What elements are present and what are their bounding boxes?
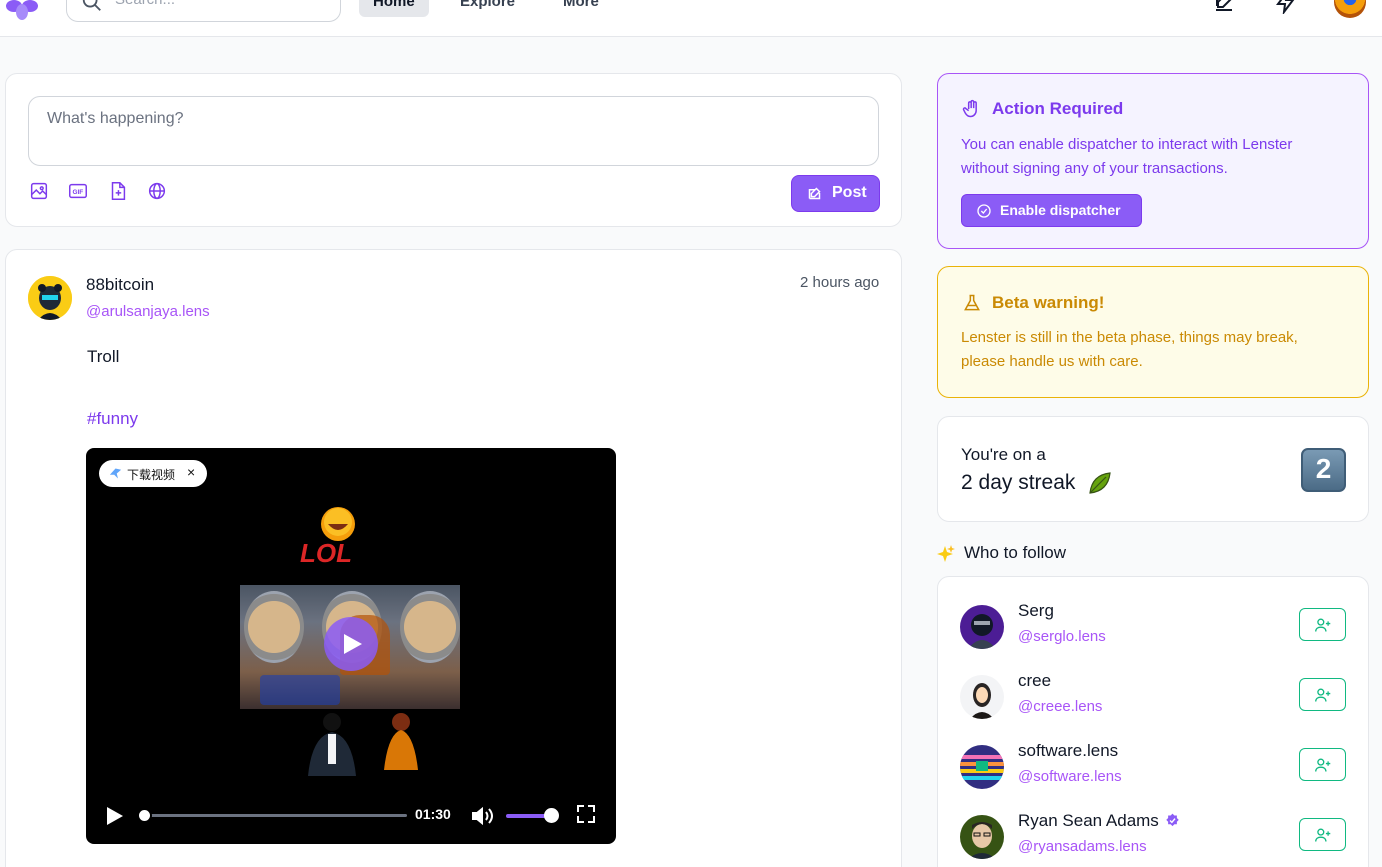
- video-progress-handle[interactable]: [137, 808, 152, 823]
- profile-avatar[interactable]: [960, 815, 1004, 859]
- profile-handle[interactable]: @software.lens: [1018, 768, 1122, 785]
- search-box[interactable]: Search...: [66, 0, 341, 22]
- post-hashtag[interactable]: #funny: [87, 409, 138, 429]
- post-button[interactable]: Post: [791, 175, 880, 212]
- follow-button[interactable]: [1299, 818, 1346, 851]
- beta-warning-description: Lenster is still in the beta phase, thin…: [961, 329, 1298, 370]
- video-progress-track[interactable]: [144, 814, 407, 817]
- close-icon[interactable]: ×: [187, 464, 195, 480]
- beaker-icon: [964, 294, 980, 311]
- user-plus-icon: [1315, 618, 1331, 632]
- streak-line1: You're on a: [961, 445, 1046, 464]
- video-player[interactable]: 下载视频 × LOL 01:30: [86, 448, 616, 844]
- pencil-square-icon: [808, 187, 821, 200]
- video-time: 01:30: [415, 806, 451, 822]
- volume-slider[interactable]: [506, 814, 546, 818]
- follow-row[interactable]: Ryan Sean Adams @ryansadams.lens: [938, 811, 1370, 867]
- video-controls: 01:30: [86, 798, 616, 834]
- profile-avatar[interactable]: [960, 605, 1004, 649]
- author-avatar[interactable]: [28, 276, 72, 320]
- image-icon[interactable]: [28, 180, 50, 202]
- follow-button[interactable]: [1299, 608, 1346, 641]
- profile-handle[interactable]: @creee.lens: [1018, 698, 1102, 715]
- check-circle-icon: [977, 204, 991, 218]
- follow-row[interactable]: software.lens @software.lens: [938, 741, 1370, 805]
- play-icon: [344, 634, 362, 654]
- new-post-icon[interactable]: [1212, 0, 1236, 14]
- streak-card: You're on a 2 day streak 2: [937, 416, 1369, 522]
- profile-name[interactable]: Ryan Sean Adams: [1018, 811, 1180, 831]
- sparkles-icon: [937, 545, 955, 562]
- volume-handle[interactable]: [543, 808, 559, 823]
- post-composer: What's happening? GIF Post: [5, 73, 902, 227]
- volume-icon[interactable]: [470, 805, 494, 827]
- profile-name[interactable]: Serg: [1018, 601, 1054, 621]
- profile-handle[interactable]: @ryansadams.lens: [1018, 838, 1147, 855]
- notifications-bolt-icon[interactable]: [1274, 0, 1298, 14]
- svg-text:LOL: LOL: [300, 538, 352, 566]
- profile-avatar[interactable]: [960, 745, 1004, 789]
- hand-raised-icon: [962, 99, 977, 118]
- beta-warning-card: Beta warning! Lenster is still in the be…: [937, 266, 1369, 398]
- author-handle[interactable]: @arulsanjaya.lens: [86, 303, 210, 320]
- profile-name[interactable]: cree: [1018, 671, 1051, 691]
- user-plus-icon: [1315, 758, 1331, 772]
- bird-icon: [109, 468, 122, 479]
- lenster-logo-icon[interactable]: [2, 0, 42, 20]
- feed-post[interactable]: 88bitcoin @arulsanjaya.lens 2 hours ago …: [5, 249, 902, 867]
- globe-icon[interactable]: [146, 180, 168, 202]
- gif-icon[interactable]: GIF: [67, 180, 89, 202]
- profile-avatar[interactable]: [960, 675, 1004, 719]
- attachment-icon[interactable]: [107, 180, 129, 202]
- who-to-follow-card: Serg @serglo.lens cree @creee.lens softw…: [937, 576, 1369, 867]
- verified-badge-icon: [1166, 813, 1179, 827]
- nav-more[interactable]: More: [549, 0, 613, 17]
- user-plus-icon: [1315, 688, 1331, 702]
- post-body: Troll: [87, 347, 120, 366]
- svg-text:GIF: GIF: [73, 189, 84, 196]
- follow-row[interactable]: cree @creee.lens: [938, 671, 1370, 735]
- follow-button[interactable]: [1299, 748, 1346, 781]
- profile-name[interactable]: software.lens: [1018, 741, 1118, 761]
- top-navbar: Search... Home Explore More: [0, 0, 1382, 37]
- follow-button[interactable]: [1299, 678, 1346, 711]
- leaf-icon: [1089, 472, 1111, 494]
- profile-handle[interactable]: @serglo.lens: [1018, 628, 1106, 645]
- user-avatar[interactable]: [1334, 0, 1366, 18]
- action-required-card: Action Required You can enable dispatche…: [937, 73, 1369, 249]
- follow-row[interactable]: Serg @serglo.lens: [938, 601, 1370, 665]
- action-required-description: You can enable dispatcher to interact wi…: [961, 136, 1293, 177]
- fullscreen-icon[interactable]: [576, 804, 596, 824]
- streak-line2: 2 day streak: [961, 471, 1076, 494]
- play-icon[interactable]: [106, 806, 124, 826]
- enable-dispatcher-button[interactable]: Enable dispatcher: [961, 194, 1142, 227]
- composer-textarea[interactable]: What's happening?: [28, 96, 879, 166]
- author-name[interactable]: 88bitcoin: [86, 275, 154, 295]
- user-plus-icon: [1315, 828, 1331, 842]
- nav-home[interactable]: Home: [359, 0, 429, 17]
- streak-badge: 2: [1301, 448, 1346, 492]
- video-people-graphic: [308, 713, 418, 776]
- beta-warning-title: Beta warning!: [992, 293, 1105, 312]
- search-input[interactable]: Search...: [115, 0, 175, 8]
- download-video-pill[interactable]: 下载视频 ×: [99, 460, 207, 487]
- lol-emoji-graphic: LOL: [300, 507, 355, 566]
- post-timestamp[interactable]: 2 hours ago: [800, 274, 879, 291]
- action-required-title: Action Required: [992, 99, 1124, 118]
- play-overlay-button[interactable]: [324, 617, 378, 671]
- search-icon: [82, 0, 101, 11]
- nav-explore[interactable]: Explore: [446, 0, 529, 17]
